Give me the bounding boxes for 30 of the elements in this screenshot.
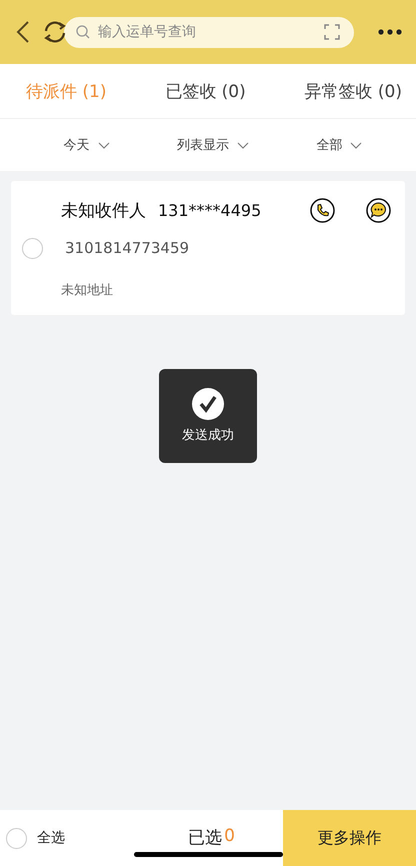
selected-count: 0	[224, 826, 235, 848]
refresh-icon[interactable]	[42, 19, 68, 45]
scan-icon[interactable]	[324, 24, 340, 40]
filter-dropdown[interactable]: 列表显示	[176, 136, 249, 154]
tab[interactable]: 异常签收 (0)	[304, 80, 402, 102]
phone-number: 131****4495	[158, 200, 262, 220]
check-icon	[192, 388, 224, 420]
chat-icon[interactable]	[366, 198, 391, 222]
delivery-card[interactable]: 未知收件人 131****4495 3101814773459 未知地址	[11, 181, 405, 315]
chevron-down-icon	[350, 142, 362, 148]
select-radio[interactable]	[22, 238, 43, 258]
back-icon[interactable]	[16, 20, 30, 44]
tab[interactable]: 已签收 (0)	[165, 80, 246, 102]
recipient-name: 未知收件人	[61, 200, 146, 222]
toast-text: 发送成功	[182, 427, 234, 444]
select-all-radio[interactable]	[6, 828, 27, 848]
address: 未知地址	[61, 282, 114, 299]
filter-dropdown[interactable]: 全部	[316, 136, 362, 154]
search-bar[interactable]: 输入运单号查询	[64, 16, 354, 48]
more-icon[interactable]	[378, 29, 402, 35]
search-icon	[76, 25, 90, 39]
search-input[interactable]: 输入运单号查询	[96, 23, 318, 41]
selected-label: 已选	[188, 826, 222, 848]
chevron-down-icon	[236, 142, 249, 148]
more-actions-button[interactable]: 更多操作	[283, 810, 416, 866]
select-all-label[interactable]: 全选	[37, 829, 65, 847]
filter-dropdown[interactable]: 今天	[64, 136, 110, 154]
waybill-number: 3101814773459	[65, 239, 190, 257]
phone-icon[interactable]	[310, 198, 335, 222]
chevron-down-icon	[98, 142, 110, 148]
